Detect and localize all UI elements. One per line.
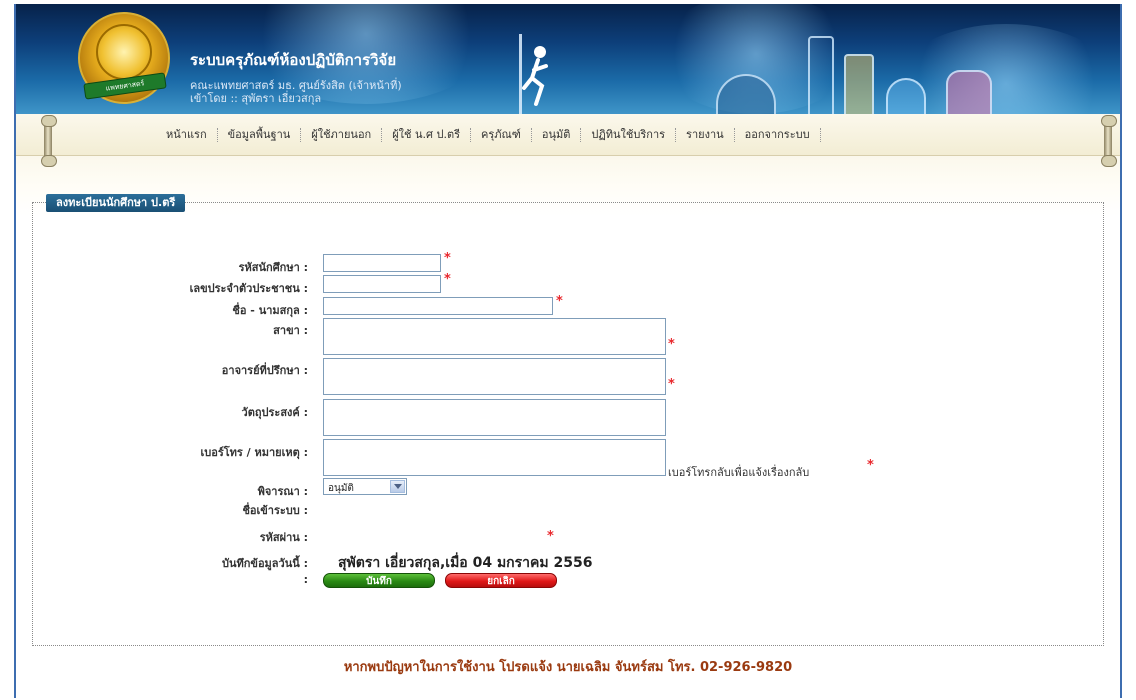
cancel-button[interactable]: ยกเลิก	[445, 573, 557, 588]
required-mark: *	[668, 377, 675, 392]
nav-report[interactable]: รายงาน	[676, 128, 735, 142]
major-label: สาขา :	[273, 324, 308, 337]
citizen-id-label: เลขประจำตัวประชาชน :	[189, 282, 308, 295]
footer-contact: หากพบปัญหาในการใช้งาน โปรดแจ้ง นายเฉลิม …	[343, 660, 793, 675]
required-mark: *	[867, 458, 874, 473]
required-mark: *	[444, 251, 451, 266]
site-title: ระบบครุภัณฑ์ห้องปฏิบัติการวิจัย	[190, 51, 397, 69]
form-legend: ลงทะเบียนนักศึกษา ป.ตรี	[46, 194, 186, 212]
student-id-label: รหัสนักศึกษา :	[238, 261, 308, 274]
username-label: ชื่อเข้าระบบ :	[242, 504, 308, 517]
university-logo: แพทยศาสตร์	[78, 12, 170, 104]
scroll-rod-right	[1101, 115, 1117, 167]
fullname-input[interactable]	[323, 297, 553, 315]
fullname-label: ชื่อ - นามสกุล :	[232, 304, 308, 317]
lab-glass-icon	[808, 36, 834, 114]
consider-label: พิจารณา :	[257, 485, 308, 498]
page-frame: แพทยศาสตร์ ระบบครุภัณฑ์ห้องปฏิบัติการวิจ…	[14, 4, 1122, 698]
saved-on-label: บันทึกข้อมูลวันนี้ :	[222, 557, 308, 570]
saved-on-value: สุพัตรา เอี่ยวสกุล,เมื่อ 04 มกราคม 2556	[338, 555, 593, 571]
required-mark: *	[556, 294, 563, 309]
advisor-label: อาจารย์ที่ปรึกษา :	[221, 364, 308, 377]
main-nav: หน้าแรก ข้อมูลพื้นฐาน ผู้ใช้ภายนอก ผู้ใช…	[16, 114, 1120, 156]
phone-note-label: เบอร์โทร / หมายเหตุ :	[200, 446, 308, 459]
nav-equipment[interactable]: ครุภัณฑ์	[471, 128, 532, 142]
nav-master-data[interactable]: ข้อมูลพื้นฐาน	[218, 128, 302, 142]
nav-logout[interactable]: ออกจากระบบ	[735, 128, 821, 142]
password-label: รหัสผ่าน :	[259, 531, 308, 544]
lab-glass-icon	[844, 54, 874, 114]
lab-glass-icon	[886, 78, 926, 114]
advisor-textarea[interactable]	[323, 358, 666, 395]
running-figure-icon	[519, 34, 548, 114]
phone-note-hint: เบอร์โทรกลับเพื่อแจ้งเรื่องกลับ	[668, 466, 810, 479]
header-banner: แพทยศาสตร์ ระบบครุภัณฑ์ห้องปฏิบัติการวิจ…	[16, 4, 1120, 114]
nav-approve[interactable]: อนุมัติ	[532, 128, 582, 142]
student-id-input[interactable]	[323, 254, 441, 272]
nav-undergrad-users[interactable]: ผู้ใช้ น.ศ ป.ตรี	[382, 128, 472, 142]
lab-glass-icon	[946, 70, 992, 114]
nav-external-users[interactable]: ผู้ใช้ภายนอก	[301, 128, 383, 142]
citizen-id-input[interactable]	[323, 275, 441, 293]
required-mark: *	[444, 272, 451, 287]
chevron-down-icon[interactable]	[390, 480, 405, 493]
nav-home[interactable]: หน้าแรก	[156, 128, 218, 142]
required-mark: *	[547, 529, 554, 544]
objective-textarea[interactable]	[323, 399, 666, 436]
consider-select[interactable]: อนุมัติ	[323, 478, 407, 495]
nav-service-calendar[interactable]: ปฏิทินใช้บริการ	[581, 128, 677, 142]
logged-in-user: เข้าโดย :: สุพัตรา เอี่ยวสกุล	[190, 92, 322, 105]
required-mark: *	[668, 337, 675, 352]
actions-label: :	[303, 573, 308, 586]
major-textarea[interactable]	[323, 318, 666, 355]
objective-label: วัตถุประสงค์ :	[241, 406, 308, 419]
save-button[interactable]: บันทึก	[323, 573, 435, 588]
scroll-rod-left	[41, 115, 57, 167]
phone-note-textarea[interactable]	[323, 439, 666, 476]
